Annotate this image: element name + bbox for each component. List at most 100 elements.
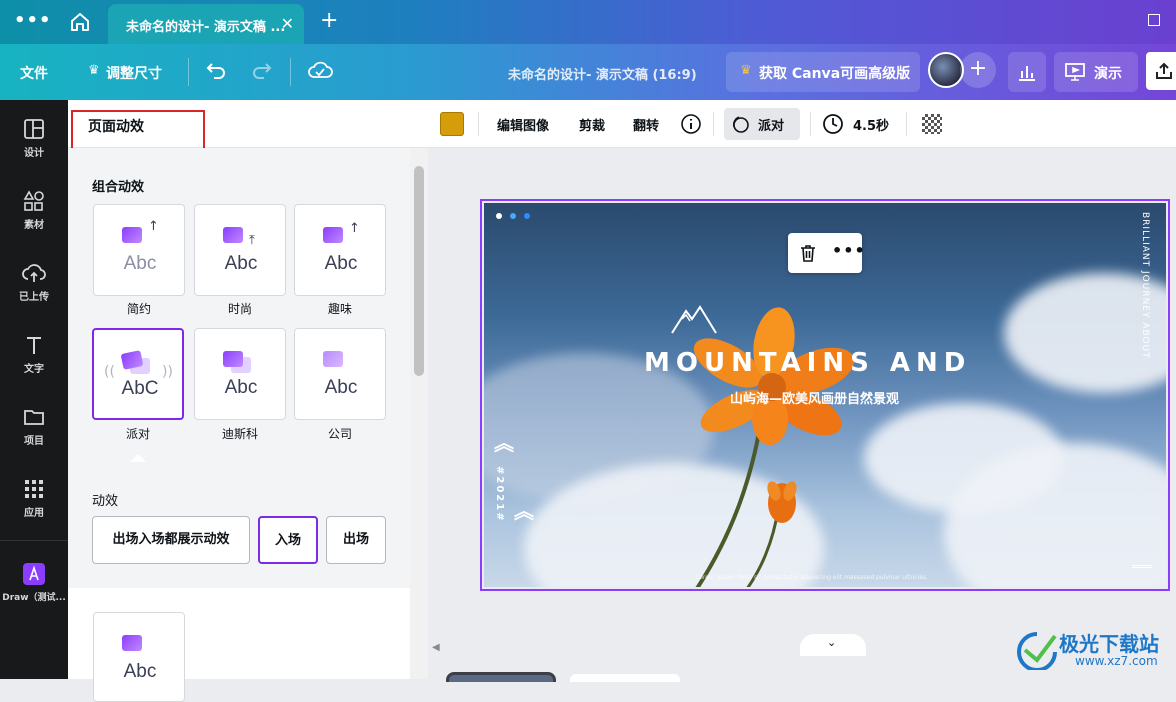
design-year[interactable]: #2021# — [494, 466, 505, 523]
sidebar-item-elements[interactable]: 素材 — [0, 190, 68, 231]
sidebar-item-label: 已上传 — [19, 292, 49, 303]
animation-card-stylish[interactable]: ⤒ Abc — [194, 204, 286, 296]
pages-toggle[interactable]: ⌄ — [800, 634, 866, 656]
more-animations: Abc — [68, 588, 410, 702]
scroll-left-icon[interactable]: ◀ — [432, 642, 440, 653]
upgrade-label: 获取 Canva可画高级版 — [759, 66, 911, 82]
animate-icon — [732, 116, 749, 133]
sidebar-item-uploads[interactable]: 已上传 — [0, 262, 68, 303]
animation-card-disco[interactable]: Abc — [194, 328, 286, 420]
card-label: 时尚 — [227, 302, 252, 316]
clock-icon — [823, 114, 843, 134]
upload-cloud-icon — [22, 264, 46, 282]
duration-button[interactable]: 4.5秒 — [853, 115, 889, 134]
animation-panel: 页面动效 组合动效 ↑ Abc 简约 ⤒ Abc 时尚 ↑ Abc 趣味 (( … — [68, 100, 428, 702]
sidebar-item-draw[interactable]: Draw（测试... — [0, 562, 68, 603]
card-preview-text: Abc — [224, 253, 258, 274]
crop-button[interactable]: 剪裁 — [579, 115, 605, 134]
new-tab-icon[interactable]: + — [320, 8, 338, 33]
color-swatch[interactable] — [440, 112, 464, 136]
close-icon[interactable]: ✕ — [281, 14, 294, 33]
card-label: 迪斯科 — [221, 427, 258, 441]
chevron-down-icon: ⌄ — [827, 636, 837, 649]
trash-icon[interactable] — [798, 243, 818, 263]
watermark-title: 极光下载站 — [1059, 632, 1159, 656]
undo-icon[interactable] — [204, 58, 228, 82]
animation-card-simple[interactable]: ↑ Abc — [93, 204, 185, 296]
decor-lines — [1132, 565, 1152, 568]
title-bar: ••• 未命名的设计- 演示文稿 ... ✕ + — [0, 0, 1176, 44]
sidebar-item-design[interactable]: 设计 — [0, 118, 68, 159]
design-title[interactable]: MOUNTAINS AND — [644, 348, 971, 378]
transparency-icon[interactable] — [922, 114, 942, 134]
animation-card-party[interactable]: (( )) AbC — [92, 328, 184, 420]
mountain-logo-icon — [671, 305, 717, 334]
animation-card[interactable]: Abc — [93, 612, 185, 702]
sidebar-item-text[interactable]: 文字 — [0, 334, 68, 375]
divider — [478, 112, 479, 136]
exit-animation-button[interactable]: 出场 — [326, 516, 386, 564]
menu-dots-icon[interactable]: ••• — [14, 10, 52, 31]
resize-button[interactable]: 调整尺寸 — [106, 63, 162, 83]
apps-grid-icon — [25, 480, 43, 498]
more-options-icon[interactable]: ••• — [832, 241, 866, 260]
card-preview-text: Abc — [324, 377, 358, 398]
card-preview-text: Abc — [224, 377, 258, 398]
enter-animation-button[interactable]: 入场 — [258, 516, 318, 564]
scrollbar-thumb[interactable] — [414, 166, 424, 376]
page-thumbnail[interactable] — [570, 674, 680, 682]
animation-card-corporate[interactable]: Abc — [294, 328, 386, 420]
upgrade-button[interactable]: ♛ 获取 Canva可画高级版 — [726, 52, 920, 92]
design-vertical-text[interactable]: BRILLIANT JOURNEY ABOUT — [1140, 212, 1150, 359]
party-animation-button[interactable]: 派对 — [724, 108, 800, 140]
pointer-caret — [130, 454, 146, 462]
card-preview-text: Abc — [123, 661, 157, 682]
flower-image — [693, 307, 855, 587]
scrollbar[interactable] — [410, 148, 428, 679]
design-body-text[interactable]: Lorem ipsum dolor sit consectetur adipis… — [696, 574, 928, 581]
avatar[interactable] — [928, 52, 964, 88]
sidebar-item-label: 应用 — [24, 508, 44, 519]
image-icon — [223, 227, 243, 243]
party-label: 派对 — [758, 119, 785, 134]
image-icon — [323, 227, 343, 243]
add-collaborator-icon[interactable]: + — [960, 52, 996, 88]
maximize-icon[interactable] — [1148, 14, 1160, 26]
tab-title: 未命名的设计- 演示文稿 ... — [126, 20, 286, 35]
card-label: 派对 — [125, 427, 150, 441]
file-menu[interactable]: 文件 — [20, 63, 48, 83]
insights-button[interactable] — [1008, 52, 1046, 92]
tab-document[interactable]: 未命名的设计- 演示文稿 ... ✕ — [108, 4, 304, 44]
image-icon — [122, 227, 142, 243]
document-title[interactable]: 未命名的设计- 演示文稿 (16:9) — [508, 64, 697, 83]
divider — [906, 112, 907, 136]
design-subtitle[interactable]: 山屿海—欧美风画册自然景观 — [730, 388, 899, 407]
divider — [188, 58, 189, 86]
edit-image-button[interactable]: 编辑图像 — [497, 115, 549, 134]
card-preview-text: AbC — [121, 378, 159, 399]
sidebar-item-projects[interactable]: 项目 — [0, 406, 68, 447]
card-preview-text: Abc — [123, 253, 157, 274]
cloud-saved-icon[interactable] — [307, 58, 333, 82]
bar-chart-icon — [1019, 66, 1035, 81]
present-label: 演示 — [1094, 66, 1122, 82]
arrow-up-icon: ↑ — [349, 221, 360, 236]
sidebar: 设计 素材 已上传 文字 项目 应用 Draw（测试... — [0, 100, 68, 679]
info-icon[interactable] — [680, 113, 702, 135]
share-button[interactable] — [1146, 52, 1176, 90]
page-thumbnail[interactable] — [446, 672, 556, 682]
sidebar-item-label: 素材 — [24, 220, 44, 231]
sidebar-item-label: Draw（测试... — [2, 593, 66, 603]
arrow-up-bar-icon: ⤒ — [249, 233, 255, 248]
flip-button[interactable]: 翻转 — [633, 115, 659, 134]
home-icon[interactable] — [66, 8, 94, 36]
draw-app-icon — [23, 563, 45, 585]
divider — [810, 112, 811, 136]
both-animation-button[interactable]: 出场入场都展示动效 — [92, 516, 250, 564]
sidebar-item-label: 设计 — [24, 148, 44, 159]
crown-icon: ♛ — [740, 63, 752, 78]
animation-card-fun[interactable]: ↑ Abc — [294, 204, 386, 296]
present-button[interactable]: 演示 — [1054, 52, 1138, 92]
redo-icon[interactable] — [250, 58, 274, 82]
sidebar-item-apps[interactable]: 应用 — [0, 478, 68, 519]
